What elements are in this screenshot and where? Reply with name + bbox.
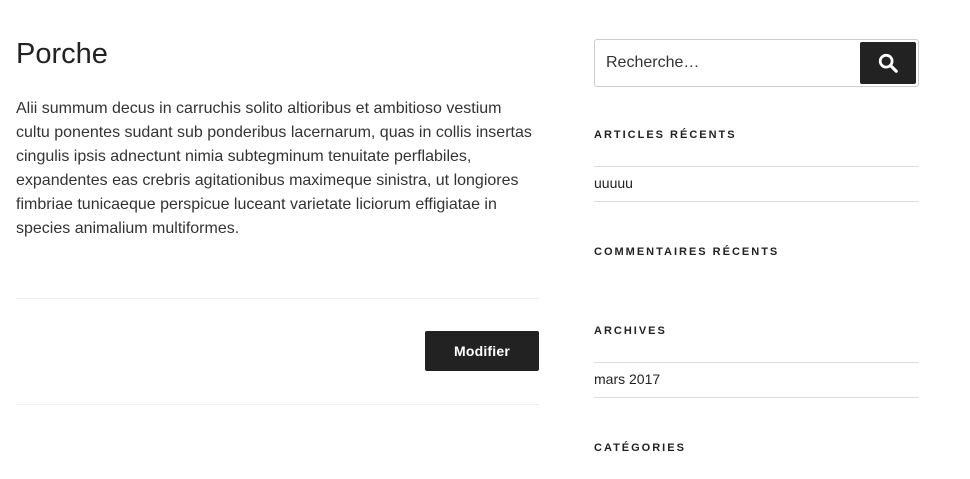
recent-posts-list: uuuuu [594,166,919,202]
search-form [594,39,919,87]
search-icon [878,53,898,73]
divider [16,404,539,405]
edit-button[interactable]: Modifier [425,331,539,371]
archives-list: mars 2017 [594,362,919,398]
page: Porche Alii summum decus in carruchis so… [0,0,970,479]
search-input[interactable] [595,40,855,86]
widget-title-recent-comments: Commentaires récents [594,246,780,258]
list-item: uuuuu [594,166,919,202]
archive-link[interactable]: mars 2017 [594,371,660,387]
list-item: mars 2017 [594,362,919,398]
widget-title-categories: Catégories [594,442,686,454]
widget-title-recent-posts: Articles récents [594,129,737,141]
widget-title-archives: Archives [594,325,667,337]
search-button[interactable] [860,42,916,84]
post-content: Alii summum decus in carruchis solito al… [16,100,532,237]
divider [16,298,539,299]
recent-post-link[interactable]: uuuuu [594,175,633,191]
post-title: Porche [16,38,108,70]
